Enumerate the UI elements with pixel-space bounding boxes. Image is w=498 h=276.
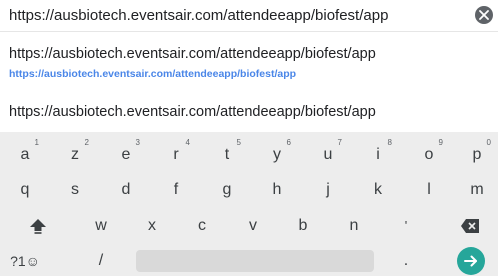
key-c[interactable]: c [182, 211, 222, 241]
key-s[interactable]: s [55, 175, 95, 205]
key-r[interactable]: r4 [156, 138, 196, 170]
suggestion-item[interactable]: https://ausbiotech.eventsair.com/attende… [0, 36, 498, 86]
backspace-icon [461, 219, 479, 233]
key-f[interactable]: f [156, 175, 196, 205]
arrow-right-icon [464, 255, 477, 267]
url-divider [0, 31, 498, 32]
symbols-key[interactable]: ?1☺ [5, 246, 45, 276]
key-n[interactable]: n [334, 211, 374, 241]
close-icon [479, 10, 489, 20]
clear-url-button[interactable] [475, 6, 493, 24]
url-bar [0, 0, 498, 30]
key-x[interactable]: x [132, 211, 172, 241]
key-period[interactable]: . [386, 246, 426, 276]
enter-key[interactable] [457, 247, 485, 275]
suggestion-url: https://ausbiotech.eventsair.com/attende… [9, 68, 297, 80]
suggestion-item[interactable]: https://ausbiotech.eventsair.com/attende… [0, 90, 498, 130]
suggestion-title: https://ausbiotech.eventsair.com/attende… [9, 104, 376, 120]
key-v[interactable]: v [233, 211, 273, 241]
spacebar[interactable] [136, 250, 374, 272]
key-p[interactable]: p0 [457, 138, 497, 170]
key-slash[interactable]: / [81, 246, 121, 276]
key-e[interactable]: e3 [106, 138, 146, 170]
shift-key[interactable] [18, 211, 58, 241]
key-d[interactable]: d [106, 175, 146, 205]
key-k[interactable]: k [358, 175, 398, 205]
key-z[interactable]: z2 [55, 138, 95, 170]
key-t[interactable]: t5 [207, 138, 247, 170]
on-screen-keyboard: a1 z2 e3 r4 t5 y6 u7 i8 o9 p0 q s d f g … [0, 132, 498, 276]
key-b[interactable]: b [283, 211, 323, 241]
key-h[interactable]: h [257, 175, 297, 205]
key-l[interactable]: l [409, 175, 449, 205]
key-o[interactable]: o9 [409, 138, 449, 170]
key-j[interactable]: j [308, 175, 348, 205]
shift-arrow-icon [30, 219, 46, 234]
key-m[interactable]: m [457, 175, 497, 205]
key-y[interactable]: y6 [257, 138, 297, 170]
backspace-key[interactable] [449, 211, 489, 241]
key-q[interactable]: q [5, 175, 45, 205]
key-w[interactable]: w [81, 211, 121, 241]
key-a[interactable]: a1 [5, 138, 45, 170]
key-i[interactable]: i8 [358, 138, 398, 170]
key-apostrophe[interactable]: ' [386, 211, 426, 241]
key-g[interactable]: g [207, 175, 247, 205]
url-input[interactable] [9, 4, 469, 26]
key-u[interactable]: u7 [308, 138, 348, 170]
suggestion-title: https://ausbiotech.eventsair.com/attende… [9, 46, 376, 62]
